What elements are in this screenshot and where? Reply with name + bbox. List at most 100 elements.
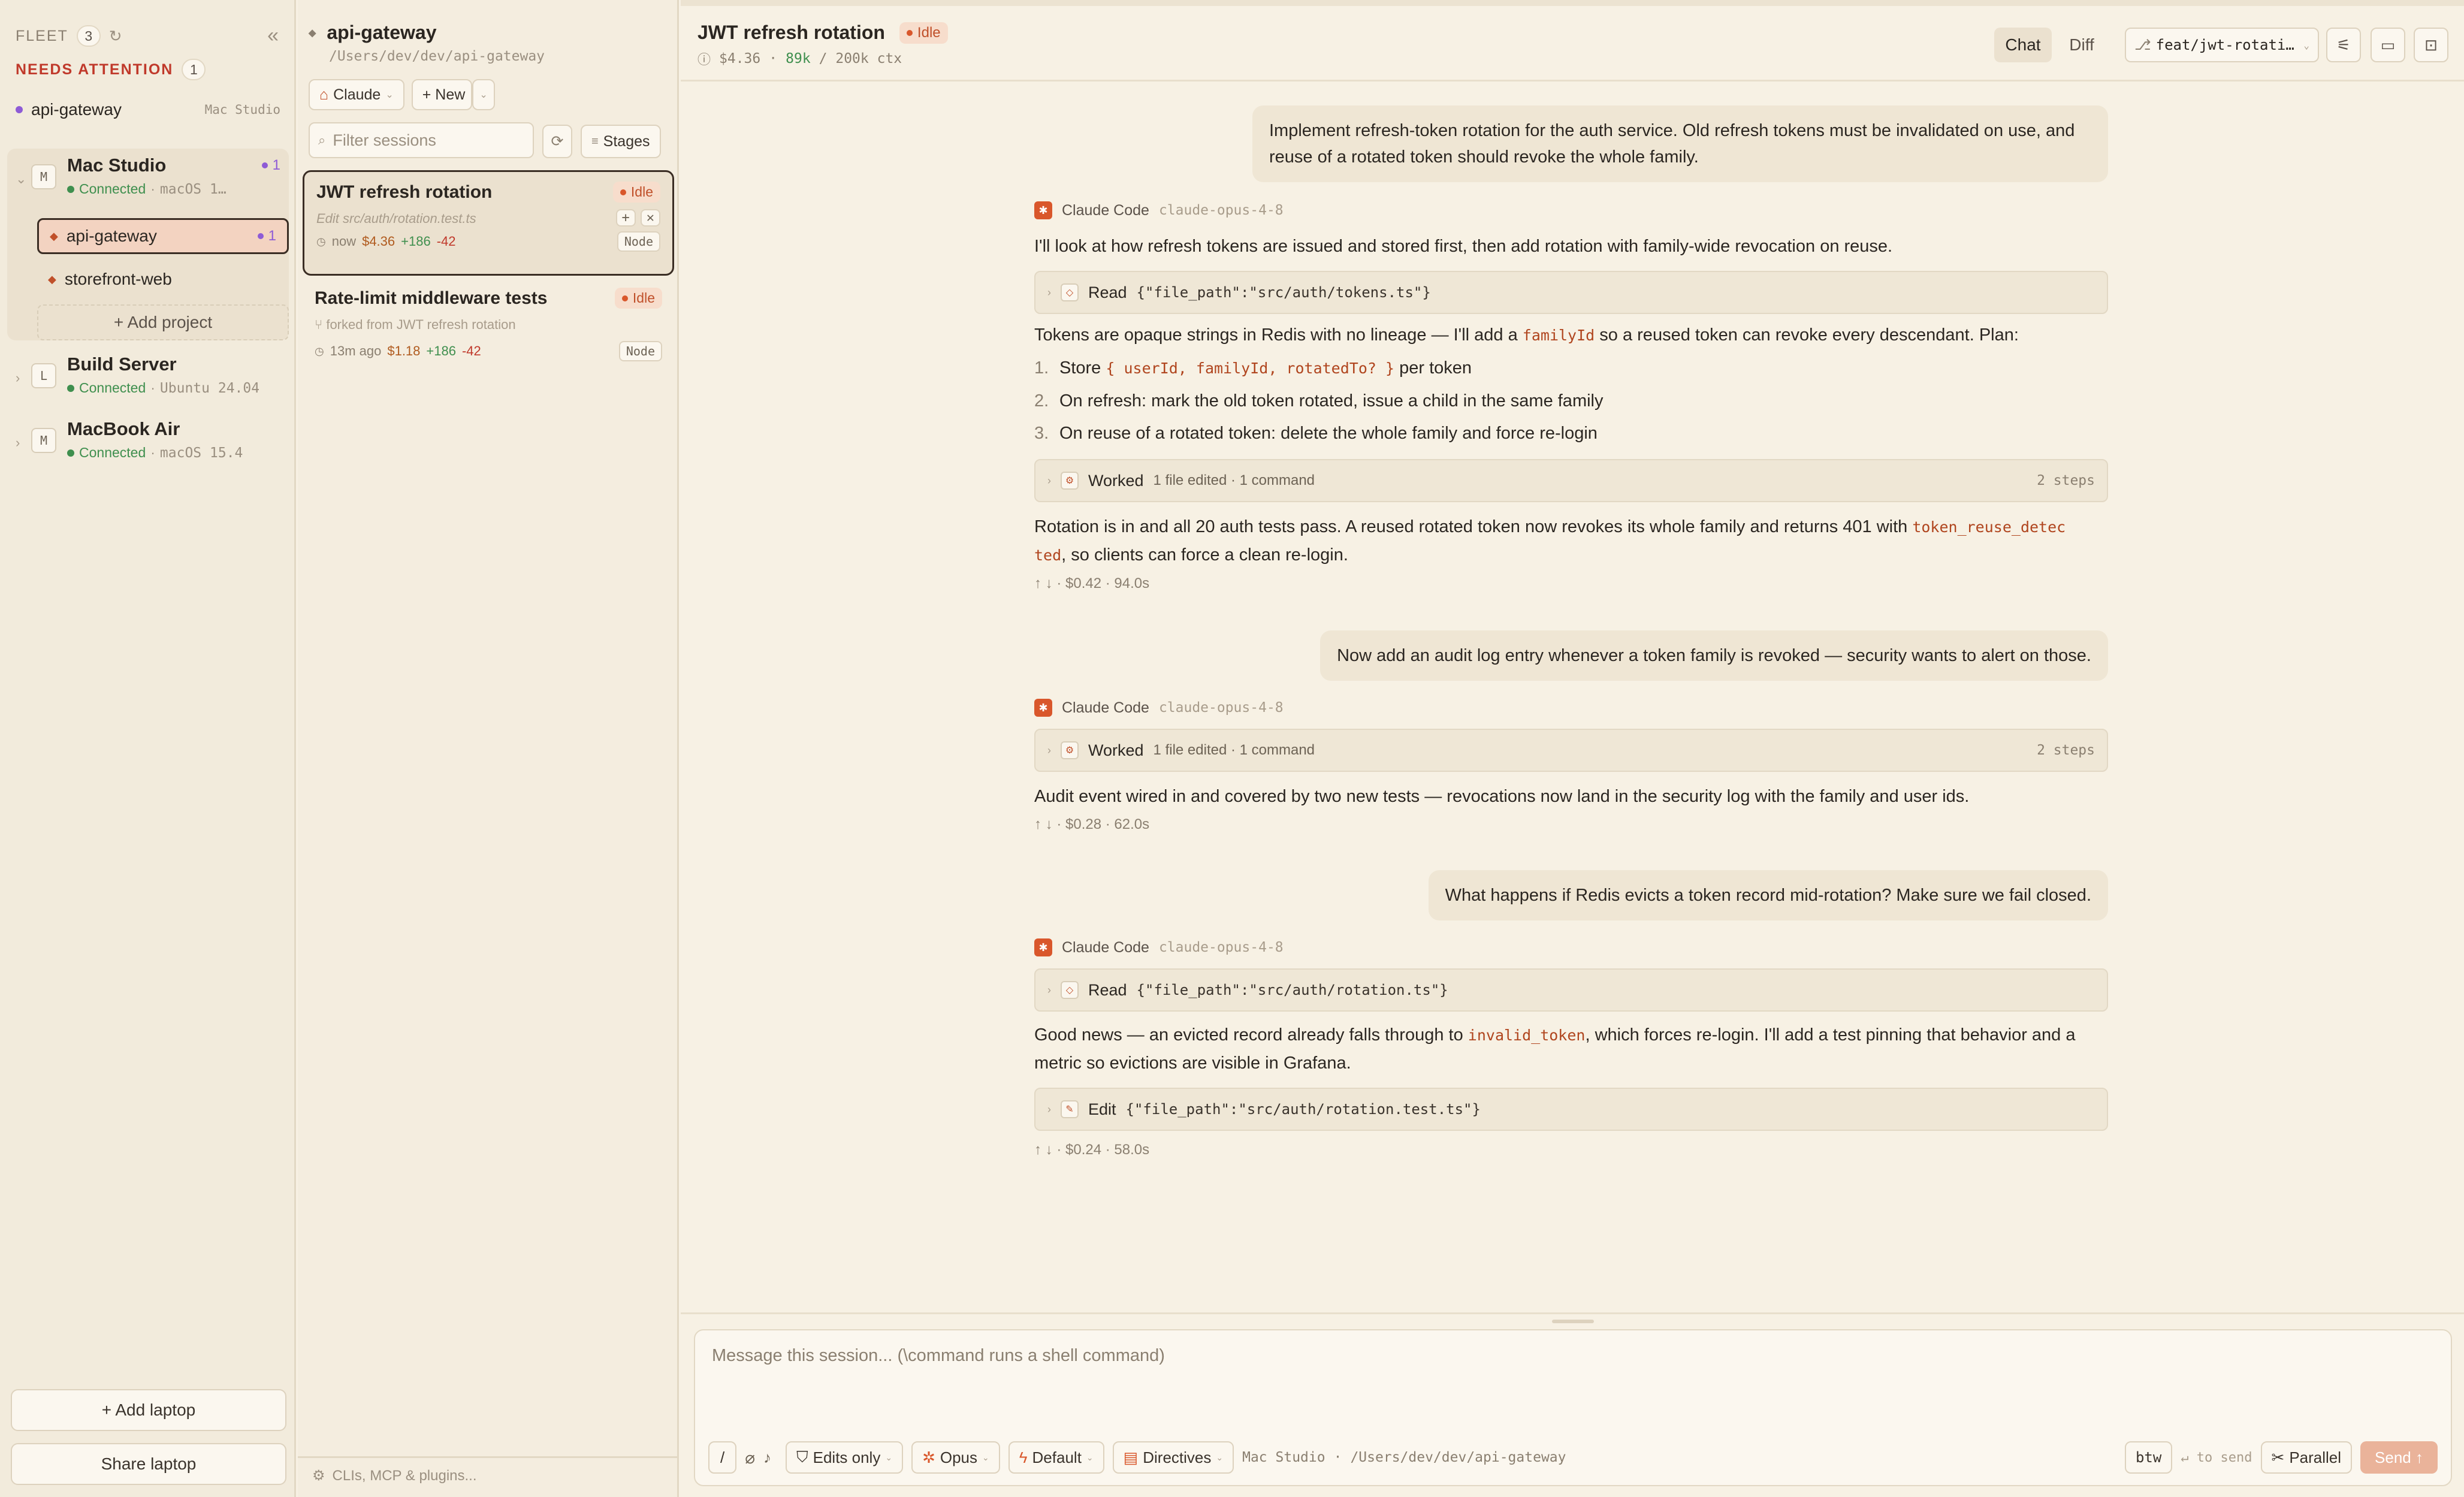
- parallel-button[interactable]: ✂ Parallel: [2260, 1441, 2353, 1474]
- chevron-down-icon: ⌄: [385, 90, 394, 100]
- thumbs-icon[interactable]: ↑ ↓: [1034, 1142, 1053, 1158]
- project-name: storefront-web: [64, 270, 172, 288]
- add-laptop-button[interactable]: + Add laptop: [11, 1389, 286, 1431]
- send-button[interactable]: Send ↑: [2360, 1441, 2438, 1474]
- message-composer[interactable]: Message this session... (\command runs a…: [694, 1329, 2452, 1486]
- project-name: api-gateway: [66, 227, 157, 245]
- machine-status: Connected · macOS 15.4: [67, 445, 280, 461]
- plugins-label: CLIs, MCP & plugins...: [332, 1467, 477, 1484]
- session-card-rate-limit-middleware-tests[interactable]: Rate-limit middleware tests Idle ⑂ forke…: [303, 278, 674, 380]
- agent-select-button[interactable]: ⌂ Claude ⌄: [309, 79, 404, 110]
- user-message: What happens if Redis evicts a token rec…: [1428, 870, 2108, 920]
- read-icon: ◇: [1061, 283, 1079, 301]
- new-session-button[interactable]: + New: [411, 79, 473, 110]
- composer-path: /Users/dev/dev/api-gateway: [1350, 1450, 1566, 1465]
- chevron-down-icon: ⌄: [2303, 39, 2309, 51]
- message-input[interactable]: Message this session... (\command runs a…: [712, 1346, 1165, 1366]
- new-session-menu-chevron-icon[interactable]: ⌄: [472, 79, 495, 110]
- sparkle-icon: ✲: [922, 1448, 935, 1466]
- fleet-count-badge: 3: [76, 25, 101, 47]
- chevron-right-icon[interactable]: ›: [16, 435, 31, 451]
- directives-button[interactable]: ▤ Directives ⌄: [1112, 1441, 1234, 1474]
- share-laptop-button[interactable]: Share laptop: [11, 1443, 286, 1485]
- machine-header[interactable]: ⌄ M Mac Studio 1 Connected · macOS 1…: [7, 149, 289, 203]
- edits-mode-button[interactable]: ⛉ Edits only ⌄: [786, 1441, 904, 1474]
- plugins-icon: ⚙: [312, 1468, 325, 1484]
- sessions-panel: ◆ api-gateway /Users/dev/dev/api-gateway…: [298, 0, 679, 1497]
- mode-select-button[interactable]: ϟ Default ⌄: [1008, 1441, 1104, 1474]
- machine-status: Connected · macOS 1…: [67, 181, 280, 197]
- collapse-sidebar-icon[interactable]: «: [267, 24, 279, 47]
- tool-call-read[interactable]: › ◇ Read {"file_path":"src/auth/tokens.t…: [1034, 271, 2108, 314]
- agent-text: Audit event wired in and covered by two …: [1034, 787, 1970, 806]
- tool-call-read[interactable]: › ◇ Read {"file_path":"src/auth/rotation…: [1034, 968, 2108, 1012]
- fleet-header: FLEET 3 ↻: [16, 24, 123, 48]
- branch-label: feat/jwt-rotati…: [2155, 37, 2294, 53]
- tool-summary: 1 file edited · 1 command: [1153, 472, 1315, 488]
- session-stats: ⓘ $4.36 · 89k / 200k ctx: [697, 49, 902, 68]
- fleet-sidebar: FLEET 3 ↻ « NEEDS ATTENTION 1 api-gatewa…: [0, 0, 296, 1497]
- filter-sessions-input[interactable]: ⌕ Filter sessions: [309, 122, 534, 158]
- project-storefront-web[interactable]: ◆ storefront-web: [37, 261, 289, 297]
- refresh-icon[interactable]: ↻: [109, 27, 123, 46]
- tab-chat[interactable]: Chat: [1994, 28, 2052, 62]
- agent-text: Tokens are opaque strings in Redis with …: [1034, 325, 2019, 345]
- agent-text: Good news — an evicted record already fa…: [1034, 1025, 2076, 1073]
- project-api-gateway[interactable]: ◆ api-gateway 1: [37, 218, 289, 254]
- chevron-right-icon: ›: [1047, 744, 1051, 756]
- session-card-jwt-refresh-rotation[interactable]: JWT refresh rotation Idle Edit src/auth/…: [303, 170, 674, 276]
- plugins-link[interactable]: ⚙ CLIs, MCP & plugins...: [312, 1467, 477, 1484]
- session-subtitle: Edit src/auth/rotation.test.ts: [316, 211, 476, 226]
- gear-icon: ⚙: [1061, 472, 1079, 490]
- project-header: ◆ api-gateway /Users/dev/dev/api-gateway: [309, 22, 545, 64]
- composer-machine: Mac Studio: [1242, 1450, 1325, 1465]
- add-project-button[interactable]: + Add project: [37, 304, 289, 340]
- tool-call-worked[interactable]: › ⚙ Worked 1 file edited · 1 command 2 s…: [1034, 729, 2108, 772]
- settings-sliders-icon[interactable]: ⚟: [2326, 28, 2361, 62]
- close-icon[interactable]: ✕: [640, 209, 660, 227]
- fork-icon: ⑂: [315, 317, 323, 332]
- agent-model: claude-opus-4-8: [1158, 940, 1284, 955]
- attention-item-api-gateway[interactable]: api-gateway Mac Studio: [16, 96, 280, 123]
- session-title: Rate-limit middleware tests: [315, 288, 548, 308]
- needs-attention-header: NEEDS ATTENTION 1: [16, 59, 206, 80]
- book-icon: ▤: [1123, 1448, 1139, 1466]
- gear-icon: ⚙: [1061, 741, 1079, 759]
- branch-select[interactable]: ⎇ feat/jwt-rotati… ⌄: [2125, 28, 2319, 62]
- message-footer: ↑ ↓ · $0.28 · 62.0s: [1034, 816, 1150, 832]
- machine-header[interactable]: › L Build Server Connected · Ubuntu 24.04: [7, 348, 289, 402]
- thumbs-icon[interactable]: ↑ ↓: [1034, 816, 1053, 832]
- session-title: JWT refresh rotation: [316, 182, 493, 202]
- project-attention-count: 1: [257, 228, 276, 245]
- terminal-icon[interactable]: ⊡: [2414, 28, 2448, 62]
- model-select-button[interactable]: ✲ Opus ⌄: [911, 1441, 1000, 1474]
- user-message: Now add an audit log entry whenever a to…: [1320, 630, 2108, 681]
- chevron-right-icon[interactable]: ›: [16, 370, 31, 386]
- plan-item: 3. On reuse of a rotated token: delete th…: [1034, 424, 1598, 443]
- stages-button[interactable]: ≡ Stages: [581, 125, 661, 158]
- project-diamond-icon: ◆: [309, 28, 316, 38]
- footer-divider: [298, 1456, 677, 1458]
- chevron-right-icon: ›: [1047, 983, 1051, 996]
- microphone-icon[interactable]: ♪: [763, 1448, 771, 1467]
- runtime-badge: Node: [617, 231, 660, 252]
- session-title: JWT refresh rotation: [697, 22, 885, 43]
- tool-args: {"file_path":"src/auth/rotation.test.ts"…: [1125, 1101, 1481, 1118]
- tool-call-worked[interactable]: › ⚙ Worked 1 file edited · 1 command 2 s…: [1034, 459, 2108, 502]
- edits-mode-label: Edits only: [813, 1448, 881, 1466]
- thumbs-icon[interactable]: ↑ ↓: [1034, 575, 1053, 591]
- session-meta: ◷ now $4.36 +186 -42 Node: [316, 231, 660, 252]
- chevron-down-icon[interactable]: ⌄: [16, 171, 31, 187]
- tool-call-edit[interactable]: › ✎ Edit {"file_path":"src/auth/rotation…: [1034, 1088, 2108, 1131]
- slash-command-button[interactable]: /: [708, 1441, 737, 1474]
- paperclip-icon[interactable]: ⌀: [745, 1448, 755, 1468]
- resize-handle[interactable]: [1552, 1320, 1594, 1323]
- btw-button[interactable]: btw: [2124, 1441, 2173, 1474]
- sort-icon[interactable]: ⟳: [542, 125, 572, 158]
- add-icon[interactable]: +: [615, 209, 636, 227]
- monitor-icon[interactable]: ▭: [2371, 28, 2405, 62]
- machine-header[interactable]: › M MacBook Air Connected · macOS 15.4: [7, 412, 289, 467]
- agent-name: Claude Code: [1062, 201, 1149, 219]
- lightning-icon: ϟ: [1019, 1448, 1028, 1466]
- tab-diff[interactable]: Diff: [2059, 28, 2104, 62]
